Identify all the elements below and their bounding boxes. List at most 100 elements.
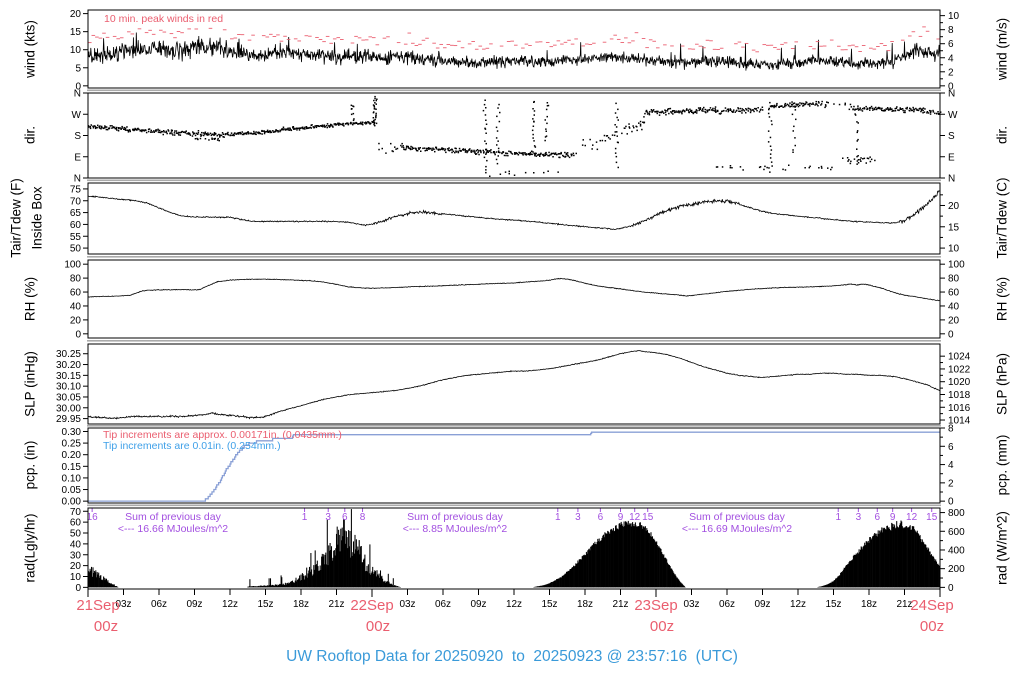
svg-text:03z: 03z (399, 599, 415, 610)
svg-text:50: 50 (70, 244, 82, 255)
svg-text:0.20: 0.20 (62, 450, 82, 461)
svg-text:6: 6 (342, 512, 348, 523)
y-axis-title-tair-c: Tair/Tdew (C) (994, 177, 1010, 259)
svg-text:20: 20 (70, 315, 82, 326)
svg-text:00z: 00z (650, 618, 674, 635)
svg-text:9: 9 (890, 512, 896, 523)
svg-text:5: 5 (75, 63, 81, 74)
svg-text:3: 3 (575, 512, 581, 523)
svg-text:15z: 15z (541, 599, 557, 610)
svg-text:15: 15 (70, 27, 82, 38)
y-axis-title-pcp-in: pcp. (in) (22, 440, 38, 490)
svg-text:18z: 18z (293, 599, 309, 610)
svg-text:10: 10 (948, 11, 960, 22)
y-axis-title-rad-wm2: rad (W/m^2) (994, 511, 1010, 585)
y-axis-title-dir-left: dir. (22, 125, 38, 145)
svg-text:60: 60 (70, 220, 82, 231)
svg-text:12: 12 (629, 512, 641, 523)
panel-frames (87, 9, 941, 590)
svg-text:0: 0 (948, 497, 954, 508)
svg-text:30.00: 30.00 (56, 403, 81, 414)
svg-text:1024: 1024 (948, 352, 971, 363)
wind-peak-annotation: 10 min. peak winds in red (104, 13, 224, 25)
svg-text:70: 70 (70, 507, 82, 518)
svg-text:40: 40 (70, 301, 82, 312)
svg-text:10: 10 (70, 572, 82, 583)
svg-text:W: W (72, 110, 82, 121)
svg-text:2: 2 (948, 478, 954, 489)
svg-text:20: 20 (948, 315, 960, 326)
svg-text:70: 70 (70, 196, 82, 207)
svg-text:N: N (948, 174, 955, 185)
svg-text:9: 9 (618, 512, 624, 523)
svg-text:30.25: 30.25 (56, 349, 81, 360)
svg-text:S: S (74, 131, 81, 142)
svg-text:0: 0 (75, 329, 81, 340)
svg-text:6: 6 (948, 39, 954, 50)
y-axis-title-rad-lgly: rad(Lgly/hr) (22, 513, 38, 583)
rad-sum-day2-line2: <--- 8.85 MJoules/m^2 (402, 523, 508, 535)
svg-text:15z: 15z (825, 599, 841, 610)
svg-text:15: 15 (642, 512, 654, 523)
svg-text:22Sep: 22Sep (350, 597, 393, 614)
y-axis-title-wind-kts: wind (kts) (22, 20, 38, 78)
svg-text:30.15: 30.15 (56, 371, 81, 382)
svg-text:21z: 21z (328, 599, 344, 610)
y-axis-title-slp-inhg: SLP (inHg) (22, 351, 38, 417)
svg-text:N: N (74, 174, 81, 185)
svg-text:30.20: 30.20 (56, 360, 81, 371)
svg-text:6: 6 (598, 512, 604, 523)
svg-text:E: E (74, 152, 81, 163)
svg-text:1: 1 (555, 512, 561, 523)
svg-text:0: 0 (75, 583, 81, 594)
svg-text:80: 80 (70, 274, 82, 285)
svg-text:1018: 1018 (948, 390, 971, 401)
svg-text:24Sep: 24Sep (910, 597, 953, 614)
svg-text:1: 1 (835, 512, 841, 523)
svg-text:0.05: 0.05 (62, 485, 82, 496)
axis-tick-labels: 051015200246810NWSENNWSEN505560657075101… (56, 9, 971, 594)
svg-text:1022: 1022 (948, 364, 971, 375)
axis-ticks (83, 13, 945, 588)
svg-text:20: 20 (948, 201, 960, 212)
svg-text:1: 1 (302, 512, 308, 523)
y-axis-title-inside-box: Inside Box (29, 186, 45, 250)
meteogram-chart: 16 1 3 6 8 1 3 6 9 12 15 1 3 6 9 12 15051015200246810NWS… (56, 9, 971, 635)
svg-text:6: 6 (948, 442, 954, 453)
wind-direction-scatter (87, 95, 942, 177)
svg-text:09z: 09z (186, 599, 202, 610)
svg-text:60: 60 (70, 288, 82, 299)
svg-text:2: 2 (948, 67, 954, 78)
svg-text:40: 40 (948, 301, 960, 312)
svg-text:3: 3 (325, 512, 331, 523)
rad-sum-day2-line1: Sum of previous day (407, 511, 503, 523)
svg-text:0: 0 (948, 329, 954, 340)
svg-text:3: 3 (856, 512, 862, 523)
svg-text:400: 400 (948, 545, 965, 556)
svg-text:8: 8 (948, 25, 954, 36)
svg-text:8: 8 (948, 424, 954, 435)
pcp-tip-annotation-blue: Tip increments are 0.01in. (0.254mm.) (103, 440, 281, 452)
svg-text:00z: 00z (920, 618, 944, 635)
svg-text:15: 15 (926, 512, 938, 523)
svg-text:65: 65 (70, 208, 82, 219)
y-axis-title-rh-right: RH (%) (994, 276, 1010, 322)
svg-text:12z: 12z (790, 599, 806, 610)
svg-text:00z: 00z (366, 618, 390, 635)
svg-text:06z: 06z (435, 599, 451, 610)
svg-text:09z: 09z (470, 599, 486, 610)
svg-text:4: 4 (948, 460, 954, 471)
svg-text:80: 80 (948, 274, 960, 285)
svg-text:0.15: 0.15 (62, 462, 82, 473)
svg-text:21z: 21z (612, 599, 628, 610)
svg-text:15z: 15z (257, 599, 273, 610)
svg-text:1016: 1016 (948, 403, 971, 414)
svg-text:15: 15 (948, 222, 960, 233)
svg-text:12: 12 (906, 512, 918, 523)
svg-text:E: E (948, 152, 955, 163)
svg-text:30.10: 30.10 (56, 382, 81, 393)
y-axis-title-rh-left: RH (%) (22, 276, 38, 322)
svg-text:30: 30 (70, 550, 82, 561)
svg-text:0.25: 0.25 (62, 439, 82, 450)
svg-text:29.95: 29.95 (56, 414, 81, 425)
